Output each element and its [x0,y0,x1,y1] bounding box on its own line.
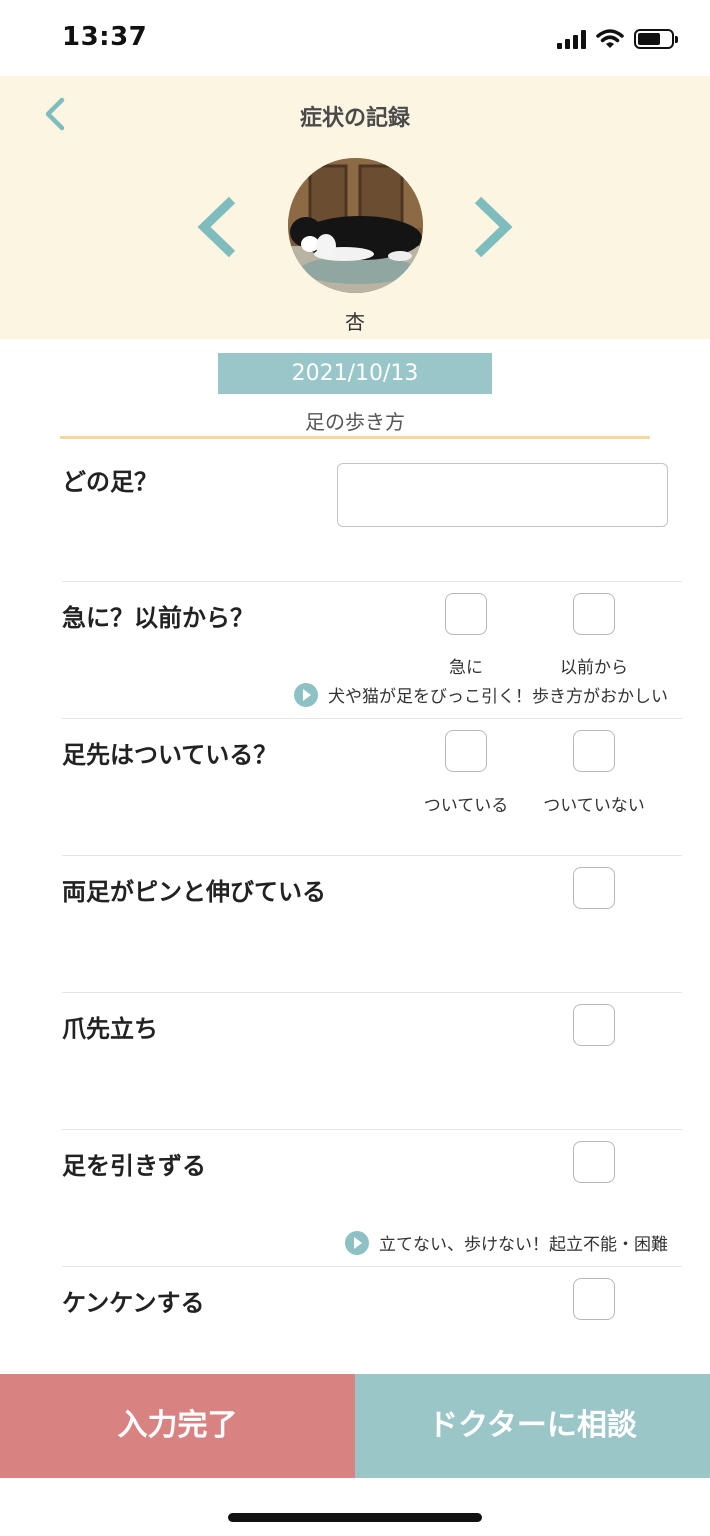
status-bar: 13:37 [0,0,710,76]
dragging-info-link[interactable]: 立てない、歩けない！起立不能・困難 [345,1230,668,1255]
wifi-icon [596,29,624,48]
status-time: 13:37 [62,22,148,52]
checkbox-tiptoe[interactable] [573,1004,615,1046]
checkbox-sudden-label: 急に [449,658,483,678]
cellular-signal-icon [557,29,586,49]
divider [62,855,682,856]
play-icon [294,682,318,707]
battery-icon [634,29,678,49]
checkbox-hopping[interactable] [573,1278,615,1320]
next-pet-chevron-icon[interactable] [470,196,514,258]
checkbox-legs-stretched[interactable] [573,867,615,909]
symptom-category: 足の歩き方 [305,410,405,434]
question-legs-stretched: 両足がピンと伸びている [62,878,326,906]
checkbox-dragging[interactable] [573,1141,615,1183]
pet-avatar [288,158,423,293]
question-dragging: 足を引きずる [62,1152,206,1180]
checkbox-not-touching-label: ついていない [543,796,645,816]
checkbox-sudden[interactable] [445,593,487,635]
checkbox-since-before[interactable] [573,593,615,635]
complete-button[interactable]: 入力完了 [0,1374,355,1478]
onset-info-link[interactable]: 犬や猫が足をびっこ引く！歩き方がおかしい [294,682,668,707]
status-icons [557,26,678,52]
home-indicator[interactable] [228,1513,482,1522]
question-tiptoe: 爪先立ち [62,1015,158,1043]
record-date[interactable]: 2021/10/13 [218,353,492,394]
category-underline [60,436,650,439]
onset-info-text: 犬や猫が足をびっこ引く！歩き方がおかしい [328,687,668,707]
consult-doctor-button[interactable]: ドクターに相談 [355,1374,710,1478]
dragging-info-text: 立てない、歩けない！起立不能・困難 [379,1235,668,1255]
question-toes: 足先はついている？ [62,741,278,769]
pet-header: 症状の記録 杏 [0,76,710,339]
question-which-leg: どの足？ [62,468,158,496]
page-title: 症状の記録 [299,106,410,131]
question-hopping: ケンケンする [62,1289,205,1317]
checkbox-since-before-label: 以前から [560,658,628,678]
divider [62,1129,682,1130]
pet-name: 杏 [345,310,365,334]
question-onset: 急に？以前から？ [62,604,254,632]
divider [62,1266,682,1267]
checkbox-touching[interactable] [445,730,487,772]
previous-pet-chevron-icon[interactable] [196,196,240,258]
play-icon [345,1230,369,1255]
divider [62,581,682,582]
checkbox-touching-label: ついている [423,796,509,816]
divider [62,992,682,993]
which-leg-input[interactable] [337,463,668,527]
checkbox-not-touching[interactable] [573,730,615,772]
divider [62,718,682,719]
